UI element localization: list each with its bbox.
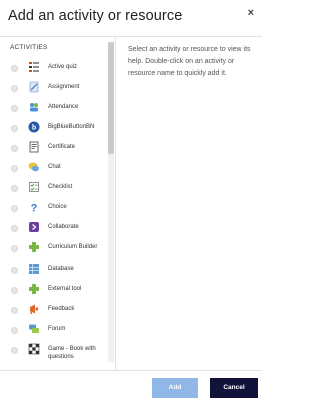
checklist-icon <box>29 182 39 192</box>
svg-text:b: b <box>32 125 36 132</box>
cancel-button[interactable]: Cancel <box>210 378 258 398</box>
list-item-external-tool[interactable]: External tool <box>0 282 108 300</box>
collaborate-icon <box>29 222 39 232</box>
radio-button[interactable] <box>11 307 18 314</box>
list-item-assignment[interactable]: Assignment <box>0 80 108 98</box>
item-label: Collaborate <box>48 224 79 230</box>
forum-icon <box>29 324 39 333</box>
item-label: Assignment <box>48 84 80 90</box>
list-item-checklist[interactable]: Checklist <box>0 180 108 198</box>
external-tool-icon <box>29 284 39 294</box>
list-item-certificate[interactable]: Certificate <box>0 140 108 158</box>
radio-button[interactable] <box>11 205 18 212</box>
radio-button[interactable] <box>11 185 18 192</box>
list-item-curriculum-builder[interactable]: Curriculum Builder <box>0 240 108 258</box>
list-item-chat[interactable]: Chat <box>0 160 108 178</box>
attendance-icon <box>30 103 38 112</box>
radio-button[interactable] <box>11 85 18 92</box>
svg-text:?: ? <box>31 203 38 214</box>
list-item-bigbluebutton[interactable]: b BigBlueButtonBN <box>0 120 108 138</box>
item-label: Chat <box>48 164 61 170</box>
radio-button[interactable] <box>11 327 18 334</box>
list-item-feedback[interactable]: Feedback <box>0 302 108 320</box>
list-item-attendance[interactable]: Attendance <box>0 100 108 118</box>
bigbluebutton-icon: b <box>28 121 40 133</box>
chat-icon <box>28 162 39 172</box>
game-book-icon <box>28 343 40 355</box>
item-label: Active quiz <box>48 64 78 70</box>
radio-button[interactable] <box>11 287 18 294</box>
item-label: Choice <box>48 204 67 210</box>
close-icon[interactable]: × <box>248 7 254 19</box>
radio-button[interactable] <box>11 165 18 172</box>
item-label: Feedback <box>48 306 75 312</box>
modal-header: Add an activity or resource × <box>0 0 262 37</box>
radio-button[interactable] <box>11 225 18 232</box>
list-item-database[interactable]: Database <box>0 262 108 280</box>
list-item-choice[interactable]: ? Choice <box>0 200 108 218</box>
scrollbar-thumb[interactable] <box>108 42 114 154</box>
list-item-forum[interactable]: Forum <box>0 322 108 340</box>
radio-button[interactable] <box>11 267 18 274</box>
active-quiz-icon <box>29 62 39 72</box>
activity-list-panel: ACTIVITIES Active quiz Assignment Attend… <box>0 36 116 370</box>
item-label: Forum <box>48 326 66 332</box>
radio-button[interactable] <box>11 125 18 132</box>
radio-button[interactable] <box>11 145 18 152</box>
list-item-active-quiz[interactable]: Active quiz <box>0 60 108 78</box>
add-button[interactable]: Add <box>152 378 198 398</box>
modal-footer: Add Cancel <box>0 370 262 401</box>
radio-button[interactable] <box>11 347 18 354</box>
item-label: Database <box>48 266 74 272</box>
item-label: Attendance <box>48 104 79 110</box>
list-item-game-book[interactable]: Game - Book with questions <box>0 342 108 366</box>
curriculum-builder-icon <box>29 242 39 252</box>
assignment-icon <box>29 81 39 93</box>
item-label: Checklist <box>48 184 73 190</box>
item-label: External tool <box>48 286 82 292</box>
item-label: Curriculum Builder <box>48 244 98 250</box>
item-label: Game - Book with questions <box>48 346 96 360</box>
help-text: Select an activity or resource to view i… <box>128 46 251 77</box>
modal-title: Add an activity or resource <box>8 8 183 24</box>
database-icon <box>29 264 39 274</box>
choice-icon: ? <box>31 203 38 214</box>
certificate-icon <box>29 141 39 153</box>
item-label: Certificate <box>48 144 76 150</box>
radio-button[interactable] <box>11 245 18 252</box>
feedback-icon <box>30 304 38 314</box>
radio-button[interactable] <box>11 65 18 72</box>
item-label: BigBlueButtonBN <box>48 124 95 130</box>
list-item-collaborate[interactable]: Collaborate <box>0 220 108 238</box>
section-label-activities: ACTIVITIES <box>10 44 48 51</box>
radio-button[interactable] <box>11 105 18 112</box>
